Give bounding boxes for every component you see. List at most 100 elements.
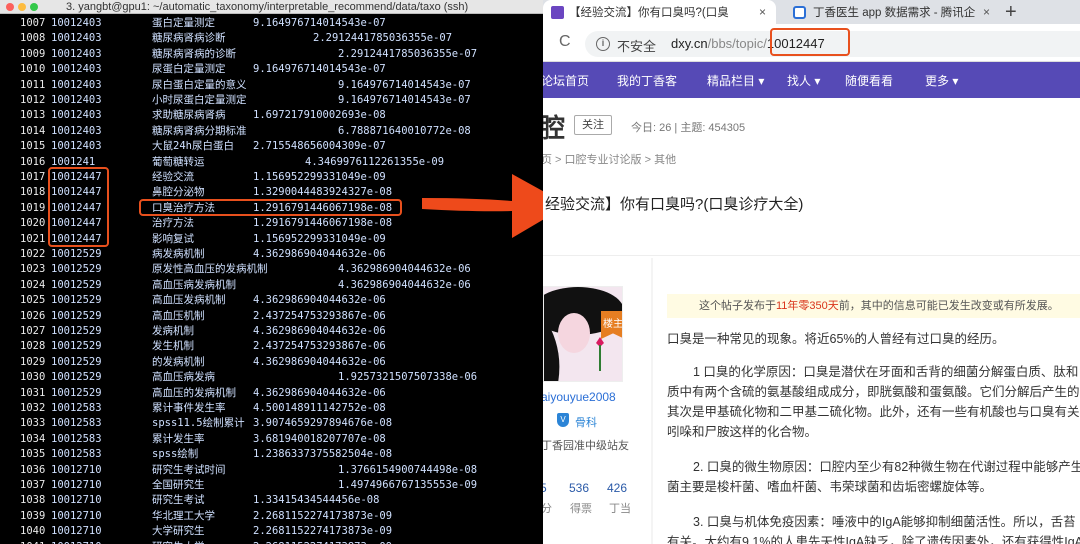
score-value: 1.156952299331049e-09 [253, 171, 386, 183]
follow-button[interactable]: 关注 [574, 115, 612, 135]
close-tab-icon[interactable]: × [759, 5, 766, 19]
thread-title: 经验交流】你有口臭吗?(口臭诊疗大全) [545, 196, 804, 213]
score-value: 4.362986904044632e-06 [338, 263, 471, 276]
tab-tencent-doc[interactable]: 丁香医生 app 数据需求 - 腾讯企 × [783, 0, 1003, 24]
term-text: 影响复试 [152, 232, 194, 245]
topic-id: 10012403 [51, 32, 102, 45]
author-stat-value: 426 [607, 481, 628, 495]
nav-find-people[interactable]: 找人 ▾ [787, 72, 820, 89]
topic-id: 10012710 [51, 525, 102, 538]
topic-id: 10012529 [51, 325, 102, 337]
line-number: 1010 [20, 63, 46, 76]
line-number: 1035 [20, 448, 46, 461]
topic-id: 10012403 [51, 109, 102, 122]
reload-icon[interactable]: C [559, 33, 571, 51]
term-text: 发病机制 [152, 325, 194, 337]
nav-forum-home[interactable]: 论坛首页 [543, 72, 589, 89]
score-value: 2.2681152274173873e-09 [253, 525, 393, 538]
term-text: 全国研究生 [152, 479, 205, 491]
author-stat-value: 536 [569, 481, 590, 495]
line-number: 1031 [20, 386, 46, 399]
post-content: 这个帖子发布于11年零350天前，其中的信息可能已发生改变或有所发展。 口臭是一… [653, 258, 1080, 544]
score-value: 6.788871640010772e-08 [338, 124, 471, 137]
security-status[interactable]: 不安全 [617, 36, 656, 55]
term-text: 蛋白定量测定 [152, 17, 215, 29]
line-number: 1036 [20, 463, 46, 476]
address-bar-row: C i 不安全 dxy.cn/bbs/topic/10012447 [543, 24, 1080, 62]
new-tab-button[interactable]: + [1005, 1, 1017, 24]
line-number: 1029 [20, 355, 46, 368]
topic-id: 10012529 [51, 278, 102, 291]
terminal-window[interactable]: 3. yangbt@gpu1: ~/automatic_taxonomy/int… [0, 0, 543, 544]
line-number: 1012 [20, 94, 46, 106]
score-value: 1.156952299331049e-09 [253, 232, 386, 245]
post-paragraph: 其次是甲基硫化物和二甲基二硫化物。此外，还有一些有机酸也与口臭有关 [667, 405, 1080, 419]
term-text: spss11.5绘制累计 [152, 417, 245, 430]
term-text: 葡萄糖转运 [152, 155, 205, 168]
topic-id: 10012403 [51, 94, 102, 106]
line-number: 1019 [20, 201, 46, 214]
line-number: 1025 [20, 294, 46, 307]
term-text: 糖尿病肾病分期标准 [152, 124, 247, 137]
browser-window[interactable]: 【经验交流】你有口臭吗?(口臭 × 丁香医生 app 数据需求 - 腾讯企 × … [543, 0, 1080, 544]
line-number: 1033 [20, 417, 46, 430]
topic-id: 10012403 [51, 140, 102, 153]
maximize-window-icon[interactable] [30, 3, 38, 11]
line-number: 1030 [20, 371, 46, 384]
line-number: 1014 [20, 124, 46, 137]
url-topic-id: 10012447 [766, 36, 825, 51]
tab-dxy-topic[interactable]: 【经验交流】你有口臭吗?(口臭 × [543, 0, 776, 24]
line-number: 1024 [20, 278, 46, 291]
nav-random[interactable]: 随便看看 [845, 72, 893, 89]
score-value: 2.437254753293867e-06 [253, 340, 386, 353]
verified-icon: V [557, 413, 569, 427]
topic-id: 1001241 [51, 155, 96, 168]
nav-featured[interactable]: 精品栏目 ▾ [707, 72, 764, 89]
topic-id: 10012583 [51, 448, 102, 461]
line-number: 1013 [20, 109, 46, 122]
author-panel: 楼主 aiyouyue2008 V 骨科 丁香园准中级站友 5 分 536 得票… [543, 258, 651, 544]
score-value: 2.715548656004309e-07 [253, 140, 386, 153]
avatar[interactable]: 楼主 [543, 286, 623, 382]
term-text: 尿蛋白定量测定 [152, 63, 226, 76]
topic-id: 10012583 [51, 432, 102, 445]
topic-id: 10012583 [51, 417, 102, 430]
score-value: 4.362986904044632e-06 [253, 294, 386, 307]
line-number: 1018 [20, 186, 46, 199]
score-value: 3.681940018207707e-08 [253, 432, 386, 445]
url-input[interactable]: i 不安全 dxy.cn/bbs/topic/10012447 [585, 31, 1080, 57]
term-text: 大鼠24h尿白蛋白 [152, 140, 234, 153]
score-value: 4.362986904044632e-06 [253, 386, 386, 399]
term-text: 大学研究生 [152, 525, 205, 538]
line-number: 1040 [20, 525, 46, 538]
score-value: 1.4974966767135553e-09 [338, 479, 478, 491]
line-number: 1027 [20, 325, 46, 337]
line-number: 1007 [20, 17, 46, 29]
line-number: 1034 [20, 432, 46, 445]
info-icon[interactable]: i [596, 37, 610, 51]
score-value: 2.2912441785036355e-07 [338, 47, 478, 60]
topic-id: 10012529 [51, 355, 102, 368]
breadcrumb[interactable]: 页 > 口腔专业讨论版 > 其他 [543, 151, 676, 167]
nav-my-dxy[interactable]: 我的丁香客 [617, 72, 677, 89]
score-value: 1.33415434544456e-08 [253, 494, 380, 507]
author-department: 骨科 [575, 417, 597, 429]
line-number: 1021 [20, 232, 46, 245]
term-text: 糖尿病肾病的诊断 [152, 47, 236, 60]
score-value: 2.2681152274173873e-09 [253, 509, 393, 522]
close-window-icon[interactable] [6, 3, 14, 11]
score-value: 9.164976714014543e-07 [338, 78, 471, 91]
author-username[interactable]: aiyouyue2008 [543, 390, 616, 404]
term-text: 高血压机制 [152, 309, 205, 322]
score-value: 1.697217910002693e-08 [253, 109, 386, 122]
post-age: 11年零350天 [776, 300, 839, 312]
nav-more[interactable]: 更多 ▾ [925, 72, 958, 89]
score-value: 1.3766154900744498e-08 [338, 463, 478, 476]
author-stat-label: 分 [543, 503, 552, 515]
term-text: 尿白蛋白定量的意义 [152, 78, 247, 91]
minimize-window-icon[interactable] [18, 3, 26, 11]
close-tab-icon[interactable]: × [983, 5, 990, 19]
line-number: 1022 [20, 248, 46, 260]
score-value: 1.2386337375582504e-08 [253, 448, 393, 461]
author-stat-label: 得票 [570, 503, 592, 515]
